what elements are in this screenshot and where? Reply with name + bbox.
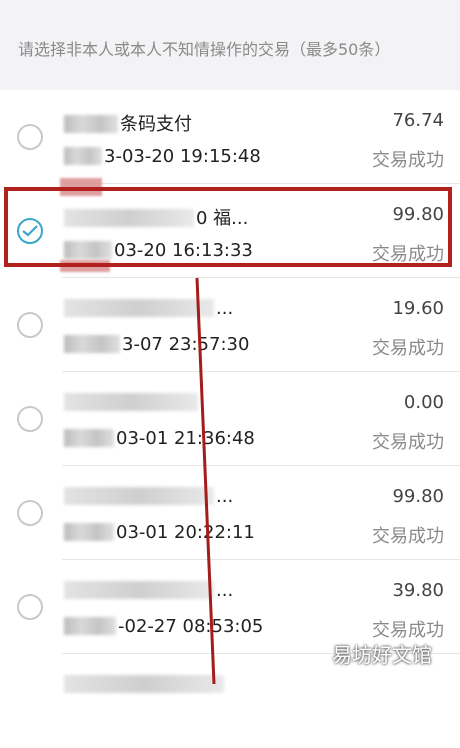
annotation-line [195,277,216,684]
watermark: 易坊好文馆 [332,643,432,667]
